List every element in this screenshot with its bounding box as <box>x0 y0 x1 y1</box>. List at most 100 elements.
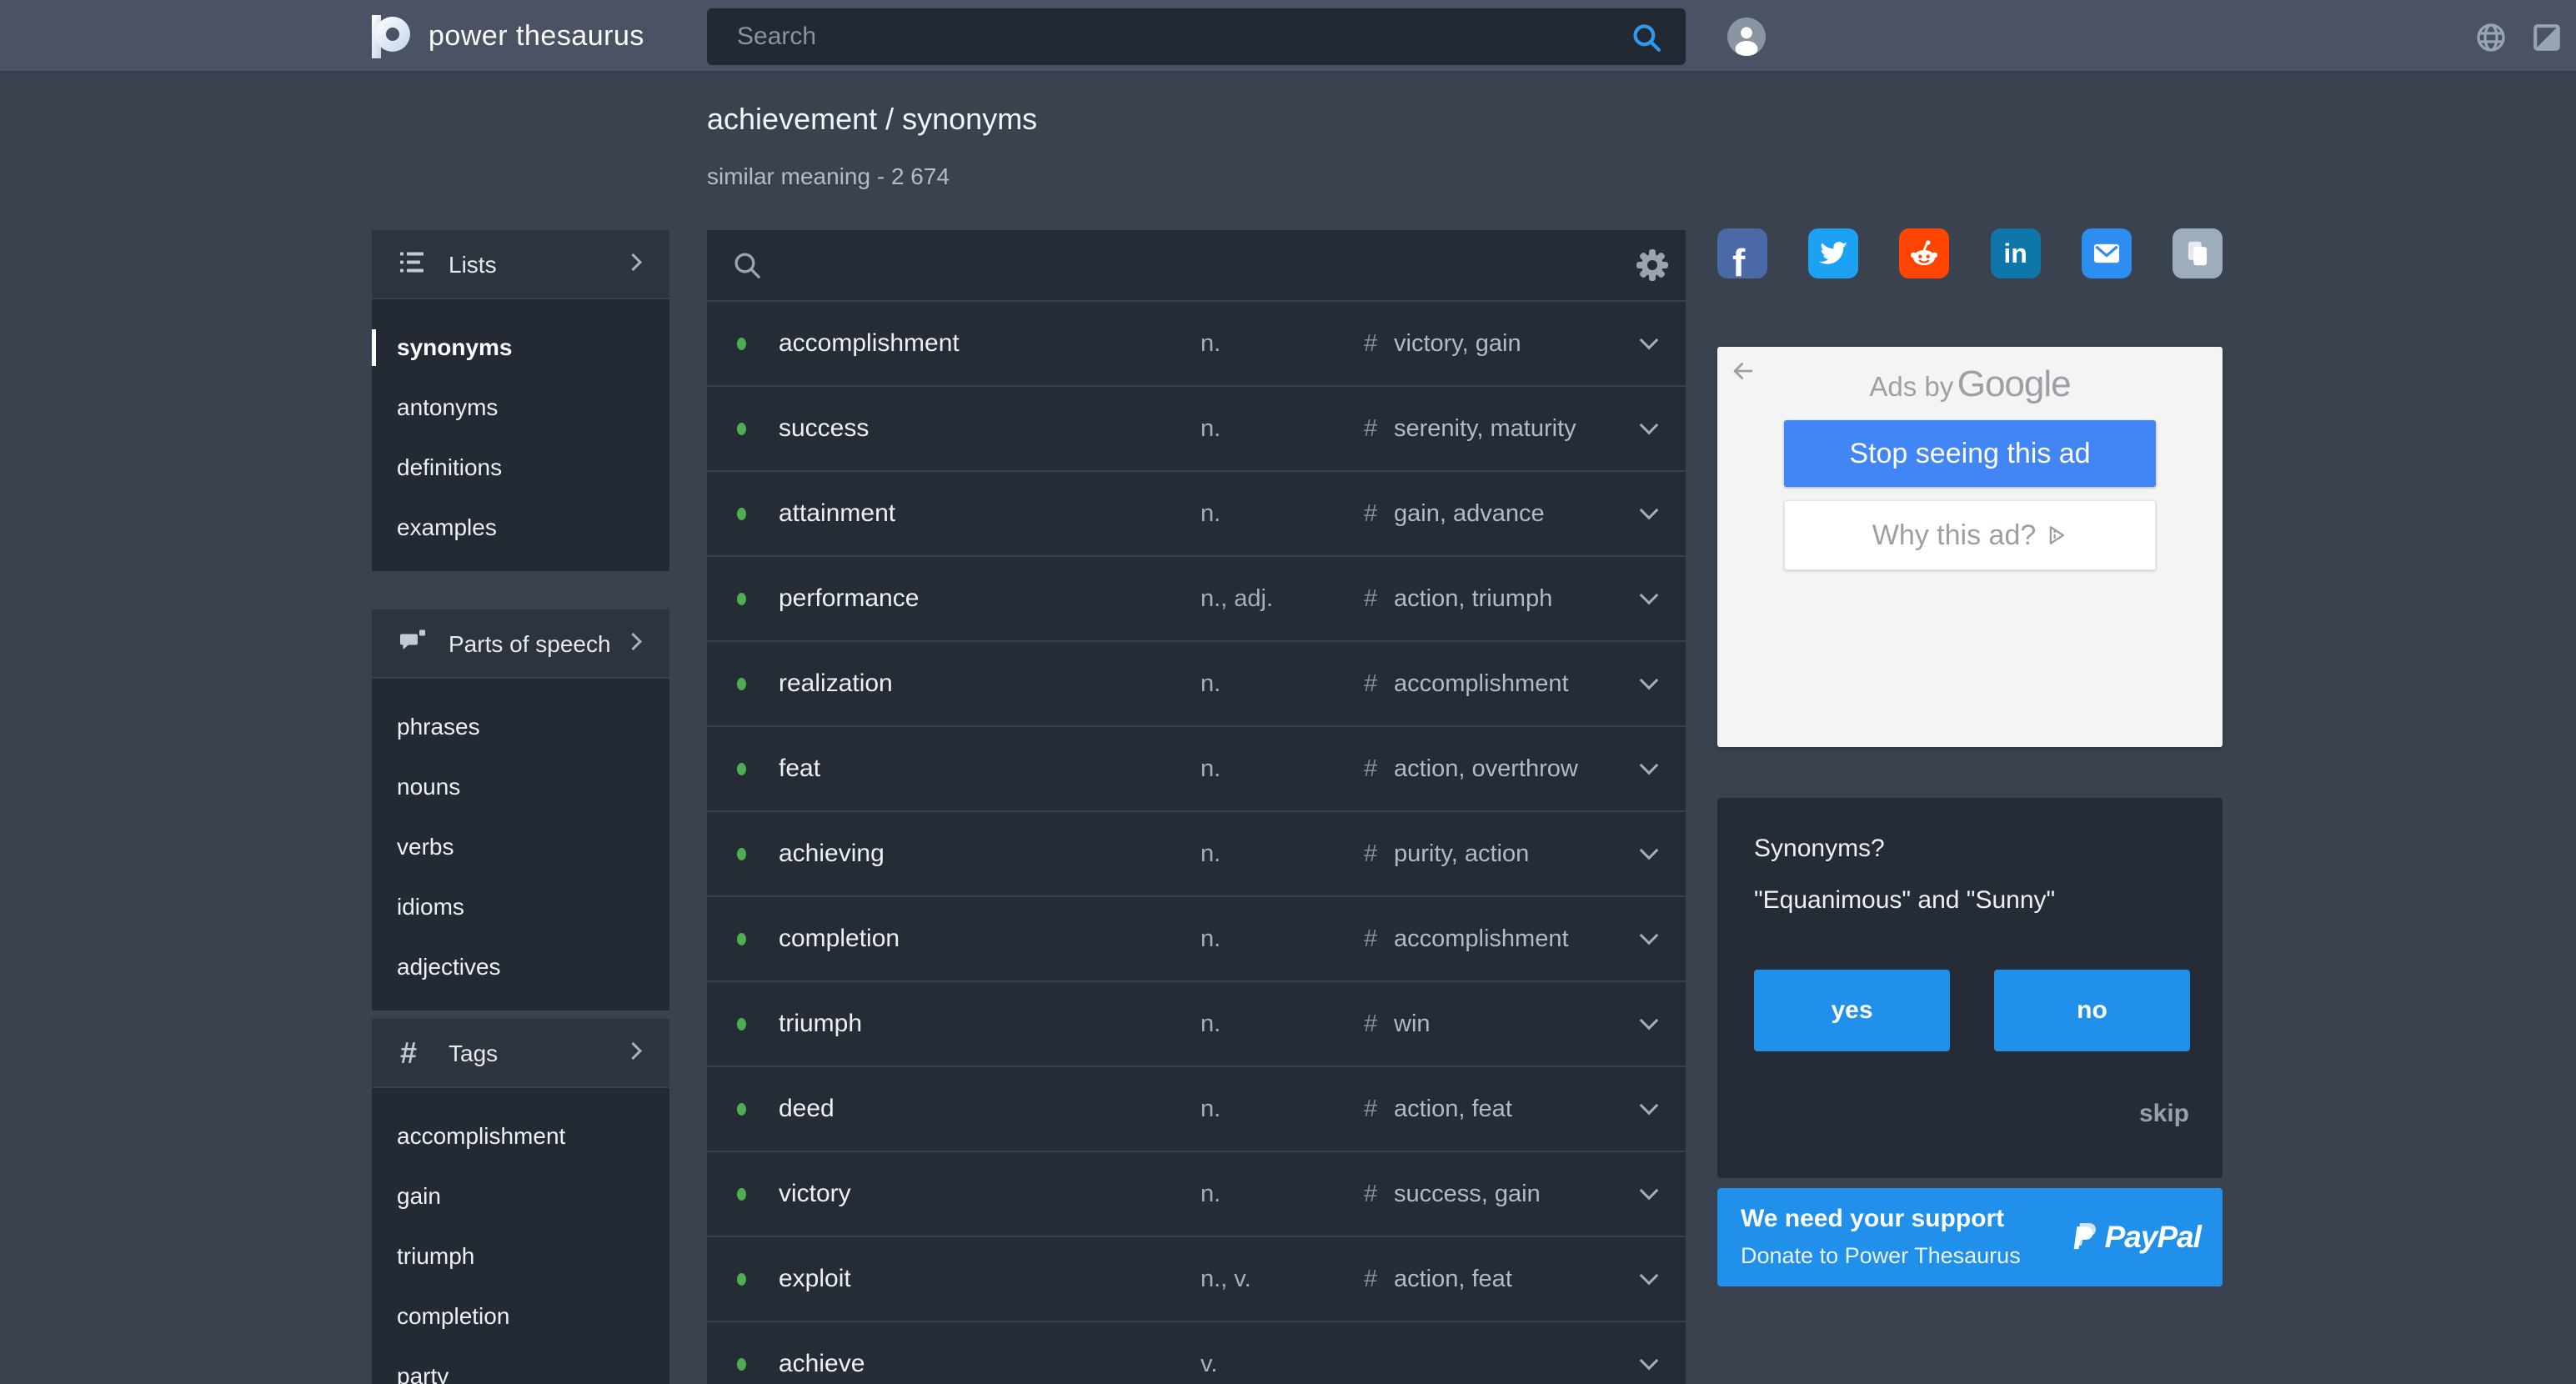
hash-symbol: # <box>1364 387 1377 470</box>
share-email-button[interactable] <box>2082 228 2132 278</box>
word-row[interactable]: performance n., adj. # action, triumph <box>707 555 1686 640</box>
term-link[interactable]: triumph <box>779 982 862 1066</box>
copy-link-button[interactable] <box>2173 228 2223 278</box>
word-row[interactable]: achieve v. <box>707 1321 1686 1384</box>
bullet-dot <box>737 593 746 605</box>
chevron-down-icon[interactable] <box>1640 1096 1659 1116</box>
term-link[interactable]: deed <box>779 1067 834 1151</box>
share-reddit-button[interactable] <box>1899 228 1949 278</box>
chevron-down-icon[interactable] <box>1640 841 1659 860</box>
sidebar-item-synonyms[interactable]: synonyms <box>372 318 669 378</box>
word-row[interactable]: victory n. # success, gain <box>707 1151 1686 1236</box>
search-icon[interactable] <box>1629 20 1664 55</box>
topic-tags[interactable]: success, gain <box>1394 1152 1541 1236</box>
term-link[interactable]: victory <box>779 1152 851 1236</box>
term-link[interactable]: realization <box>779 642 893 725</box>
term-link[interactable]: achieving <box>779 812 885 895</box>
word-row[interactable]: completion n. # accomplishment <box>707 895 1686 980</box>
term-link[interactable]: success <box>779 387 869 470</box>
contrast-toggle-icon[interactable] <box>2531 22 2563 53</box>
topic-tags[interactable]: action, triumph <box>1394 557 1552 640</box>
word-row[interactable]: deed n. # action, feat <box>707 1066 1686 1151</box>
chevron-down-icon[interactable] <box>1640 671 1659 690</box>
chevron-down-icon[interactable] <box>1640 926 1659 945</box>
sidebar-section-parts-of-speech[interactable]: Parts of speech <box>372 609 669 679</box>
sidebar-section-tags[interactable]: # Tags <box>372 1019 669 1088</box>
word-row[interactable]: feat n. # action, overthrow <box>707 725 1686 810</box>
term-link[interactable]: exploit <box>779 1237 851 1321</box>
sidebar-section-lists[interactable]: Lists <box>372 230 669 299</box>
word-row[interactable]: success n. # serenity, maturity <box>707 385 1686 470</box>
list-filter-input[interactable] <box>782 230 1582 300</box>
chevron-down-icon[interactable] <box>1640 586 1659 605</box>
chevron-down-icon[interactable] <box>1640 1011 1659 1030</box>
sidebar-item-tag-completion[interactable]: completion <box>372 1286 669 1346</box>
term-link[interactable]: attainment <box>779 472 895 555</box>
user-avatar[interactable] <box>1727 18 1766 56</box>
bullet-dot <box>737 338 746 350</box>
no-button[interactable]: no <box>1994 970 2190 1051</box>
search-input[interactable] <box>707 8 1686 65</box>
yes-button[interactable]: yes <box>1754 970 1950 1051</box>
list-filter-bar[interactable] <box>707 230 1686 300</box>
global-search-bar[interactable] <box>707 8 1686 65</box>
topic-tags[interactable]: win <box>1394 982 1431 1066</box>
topic-tags[interactable]: accomplishment <box>1394 897 1569 980</box>
topic-tags[interactable]: gain, advance <box>1394 472 1545 555</box>
chevron-down-icon[interactable] <box>1640 1181 1659 1201</box>
sidebar-item-tag-party[interactable]: party <box>372 1346 669 1384</box>
email-icon <box>2091 238 2122 269</box>
term-link[interactable]: performance <box>779 557 919 640</box>
term-link[interactable]: feat <box>779 727 820 810</box>
section-label: Parts of speech <box>449 609 611 679</box>
chevron-down-icon[interactable] <box>1640 416 1659 435</box>
sidebar-item-antonyms[interactable]: antonyms <box>372 378 669 438</box>
word-row[interactable]: accomplishment n. # victory, gain <box>707 300 1686 385</box>
topic-tags[interactable]: action, feat <box>1394 1067 1512 1151</box>
power-thesaurus-logo-icon[interactable] <box>370 13 412 60</box>
sidebar-item-verbs[interactable]: verbs <box>372 817 669 877</box>
logo-text[interactable]: power thesaurus <box>428 0 644 73</box>
term-link[interactable]: achieve <box>779 1322 865 1384</box>
sidebar-item-idioms[interactable]: idioms <box>372 877 669 937</box>
sidebar-item-tag-triumph[interactable]: triumph <box>372 1226 669 1286</box>
sidebar-item-adjectives[interactable]: adjectives <box>372 937 669 997</box>
part-of-speech: v. <box>1200 1322 1217 1384</box>
word-row[interactable]: triumph n. # win <box>707 980 1686 1066</box>
chevron-down-icon[interactable] <box>1640 501 1659 520</box>
word-row[interactable]: exploit n., v. # action, feat <box>707 1236 1686 1321</box>
share-facebook-button[interactable]: f <box>1717 228 1767 278</box>
word-row[interactable]: achieving n. # purity, action <box>707 810 1686 895</box>
globe-icon[interactable] <box>2474 21 2508 54</box>
share-twitter-button[interactable] <box>1808 228 1858 278</box>
settings-gear-icon[interactable] <box>1634 247 1671 283</box>
sidebar-item-tag-gain[interactable]: gain <box>372 1166 669 1226</box>
topic-tags[interactable]: action, overthrow <box>1394 727 1578 810</box>
chevron-down-icon[interactable] <box>1640 1266 1659 1286</box>
chevron-right-icon <box>624 1041 642 1059</box>
stop-seeing-ad-button[interactable]: Stop seeing this ad <box>1784 420 2156 487</box>
topic-tags[interactable]: serenity, maturity <box>1394 387 1576 470</box>
share-linkedin-button[interactable]: in <box>1991 228 2041 278</box>
sidebar-item-phrases[interactable]: phrases <box>372 697 669 757</box>
term-link[interactable]: accomplishment <box>779 302 960 385</box>
chevron-down-icon[interactable] <box>1640 756 1659 775</box>
chevron-down-icon[interactable] <box>1640 1351 1659 1371</box>
term-link[interactable]: completion <box>779 897 900 980</box>
word-row[interactable]: attainment n. # gain, advance <box>707 470 1686 555</box>
skip-link[interactable]: skip <box>2139 1100 2189 1128</box>
why-this-ad-button[interactable]: Why this ad? <box>1784 500 2156 570</box>
topic-tags[interactable]: action, feat <box>1394 1237 1512 1321</box>
hash-symbol: # <box>1364 1237 1377 1321</box>
topic-tags[interactable]: purity, action <box>1394 812 1529 895</box>
paypal-donate-banner[interactable]: We need your support Donate to Power The… <box>1717 1188 2223 1286</box>
chevron-down-icon[interactable] <box>1640 331 1659 350</box>
part-of-speech: n. <box>1200 1152 1220 1236</box>
sidebar-item-definitions[interactable]: definitions <box>372 438 669 498</box>
topic-tags[interactable]: accomplishment <box>1394 642 1569 725</box>
sidebar-item-nouns[interactable]: nouns <box>372 757 669 817</box>
sidebar-item-examples[interactable]: examples <box>372 498 669 558</box>
sidebar-item-tag-accomplishment[interactable]: accomplishment <box>372 1106 669 1166</box>
topic-tags[interactable]: victory, gain <box>1394 302 1521 385</box>
word-row[interactable]: realization n. # accomplishment <box>707 640 1686 725</box>
